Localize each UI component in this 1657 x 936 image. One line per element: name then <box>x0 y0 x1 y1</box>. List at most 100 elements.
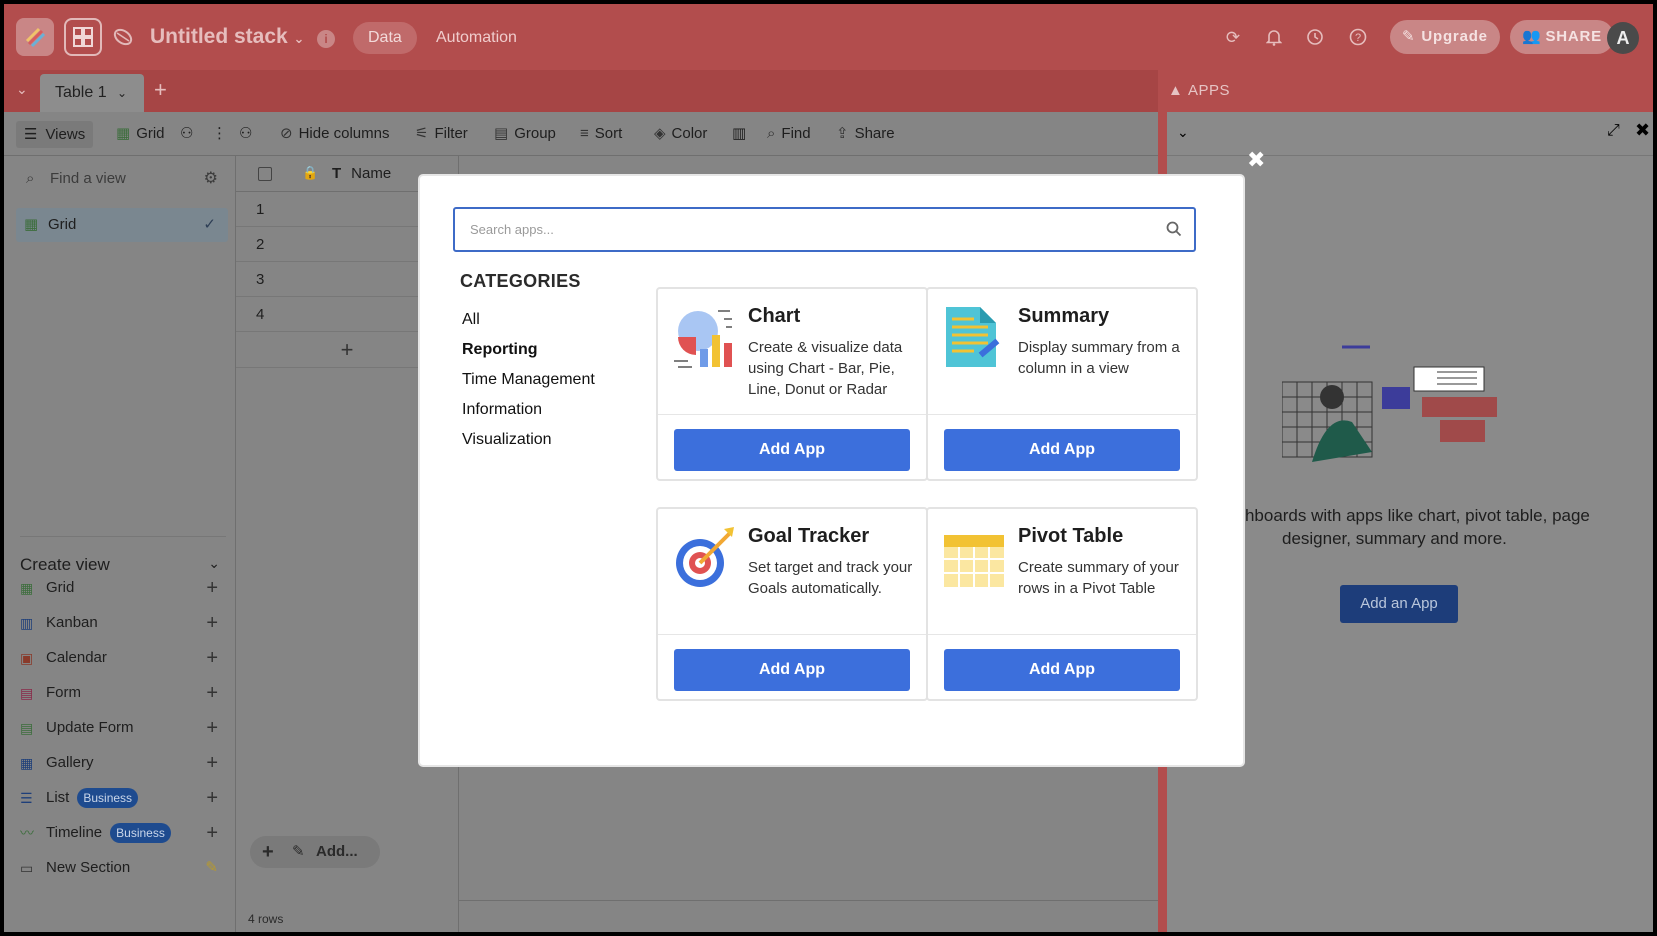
paint-bucket-icon: ◈ <box>654 125 666 142</box>
tab-data[interactable]: Data <box>353 22 417 54</box>
pencil-icon[interactable]: ✎ <box>205 856 218 880</box>
sidebar-item-grid-active[interactable]: ▦ Grid ✓ <box>16 208 228 242</box>
collaborators-icon[interactable]: ⚇ <box>180 112 193 156</box>
share-button[interactable]: 👥 SHARE <box>1510 20 1614 54</box>
category-reporting[interactable]: Reporting <box>462 341 538 359</box>
tables-bar: ⌄ Table 1 ⌄ + <box>4 70 1158 112</box>
sidebar-create-item[interactable]: ☰ List Business + <box>20 786 226 810</box>
sidebar-create-item[interactable]: ▤ Form + <box>20 681 226 705</box>
add-view-icon[interactable]: + <box>206 576 218 600</box>
sync-icon[interactable]: ⟳ <box>1223 28 1243 48</box>
add-view-icon[interactable]: + <box>206 716 218 740</box>
color-button[interactable]: ◈ Color <box>654 112 707 156</box>
logo-icon[interactable] <box>16 18 54 56</box>
category-all[interactable]: All <box>462 311 480 329</box>
grid-icon: ▦ <box>24 216 39 233</box>
sidebar-item-label: Timeline <box>46 824 103 841</box>
group-button[interactable]: ▤ Group <box>494 112 556 156</box>
gear-icon[interactable]: ⚙ <box>204 164 218 194</box>
add-table-icon[interactable]: + <box>154 77 167 103</box>
top-header: Untitled stack ⌄ i Data Automation ⟳ ? ✎… <box>4 4 1653 70</box>
add-app-button-summary[interactable]: Add App <box>944 429 1180 471</box>
filter-icon: ⚟ <box>415 125 429 142</box>
list-icon: ☰ <box>20 790 33 806</box>
add-app-button-goal-tracker[interactable]: Add App <box>674 649 910 691</box>
category-information[interactable]: Information <box>462 401 542 419</box>
app-frame: Untitled stack ⌄ i Data Automation ⟳ ? ✎… <box>4 4 1653 932</box>
group-icon: ▤ <box>494 125 509 142</box>
sidebar-create-item[interactable]: ▥ Kanban + <box>20 611 226 635</box>
users-icon[interactable]: ⚇ <box>239 112 252 156</box>
find-button[interactable]: ⌕ Find <box>767 112 811 156</box>
sidebar-create-item[interactable]: ▤ Update Form + <box>20 716 226 740</box>
expand-icon[interactable]: ⤢ <box>1607 122 1620 140</box>
info-icon[interactable]: i <box>317 30 335 48</box>
chevron-down-icon[interactable]: ⌄ <box>1177 124 1189 141</box>
eye-off-icon: ⊘ <box>280 125 293 142</box>
dashboard-illustration <box>1282 345 1497 462</box>
stack-title[interactable]: Untitled stack ⌄ <box>150 25 304 49</box>
app-card-chart: Chart Create & visualize data using Char… <box>656 287 928 481</box>
grid-view-button[interactable]: ▦ Grid <box>116 112 165 156</box>
category-time-management[interactable]: Time Management <box>462 371 595 389</box>
sort-button[interactable]: ≡ Sort <box>580 112 622 156</box>
add-an-app-button[interactable]: Add an App <box>1340 585 1458 623</box>
category-visualization[interactable]: Visualization <box>462 431 552 449</box>
apps-grid-icon[interactable] <box>64 18 102 56</box>
app-picker-modal: CATEGORIES All Reporting Time Management… <box>418 174 1245 767</box>
more-icon[interactable]: ⋮ <box>212 112 227 156</box>
view-toolbar: ☰ Views ▦ Grid ⚇ ⋮ ⚇ ⊘ Hide columns ⚟ Filter… <box>4 112 1158 156</box>
add-app-button-pivot-table[interactable]: Add App <box>944 649 1180 691</box>
upgrade-button[interactable]: ✎ Upgrade <box>1390 20 1500 54</box>
grid-icon: ▦ <box>20 580 34 596</box>
views-button[interactable]: ☰ Views <box>16 121 94 148</box>
add-view-icon[interactable]: + <box>206 681 218 705</box>
sidebar-item-label: Kanban <box>46 614 98 631</box>
close-icon[interactable]: ✖ <box>1635 120 1650 141</box>
footer-divider <box>458 900 1158 901</box>
chevron-down-icon[interactable]: ⌄ <box>16 81 28 98</box>
avatar[interactable]: A <box>1607 22 1639 54</box>
add-view-icon[interactable]: + <box>206 611 218 635</box>
share-view-button[interactable]: ⇪ Share <box>836 112 895 156</box>
sidebar-create-item[interactable]: ▭ New Section ✎ <box>20 856 226 880</box>
pencil-icon: ✎ <box>1402 28 1416 45</box>
help-icon[interactable]: ? <box>1348 28 1368 48</box>
history-icon[interactable] <box>1305 28 1325 48</box>
select-all-checkbox[interactable] <box>258 167 272 181</box>
close-modal-icon[interactable]: ✖ <box>1247 147 1265 173</box>
sidebar-create-item[interactable]: ▦ Grid + <box>20 576 226 600</box>
sidebar-item-label: Update Form <box>46 719 134 736</box>
add-view-icon[interactable]: + <box>206 751 218 775</box>
bell-icon[interactable] <box>1264 28 1284 48</box>
chevron-down-icon: ⌄ <box>208 555 220 571</box>
add-view-icon[interactable]: + <box>206 786 218 810</box>
apps-icon: ▲ <box>1168 82 1184 99</box>
tab-table-1[interactable]: Table 1 ⌄ <box>40 74 144 112</box>
add-view-icon[interactable]: + <box>206 646 218 670</box>
categories-title: CATEGORIES <box>460 271 581 291</box>
sidebar-create-item[interactable]: ▣ Calendar + <box>20 646 226 670</box>
create-view-header[interactable]: Create view ⌄ <box>20 536 226 575</box>
row-height-icon[interactable]: ▥ <box>732 112 746 156</box>
add-app-button-chart[interactable]: Add App <box>674 429 910 471</box>
sidebar-create-item[interactable]: 〰 Timeline Business + <box>20 821 226 845</box>
sidebar-item-label: Calendar <box>46 649 107 666</box>
tab-automation[interactable]: Automation <box>436 22 517 54</box>
app-title: Summary <box>1018 305 1110 327</box>
sidebar-create-item[interactable]: ▦ Gallery + <box>20 751 226 775</box>
find-view-input[interactable]: ⌕ Find a view ⚙ <box>14 164 224 194</box>
app-card-body: Goal Tracker Set target and track your G… <box>658 509 926 635</box>
add-view-icon[interactable]: + <box>206 821 218 845</box>
svg-text:?: ? <box>1355 32 1361 44</box>
sidebar-item-label: List <box>46 789 70 806</box>
sidebar-item-label: New Section <box>46 859 131 876</box>
column-header-name[interactable]: T Name <box>332 156 391 192</box>
add-record-button[interactable]: + ✎ Add... <box>250 836 380 868</box>
search-apps-field[interactable] <box>453 207 1196 252</box>
search-apps-input[interactable] <box>455 209 1145 250</box>
app-card-summary: Summary Display summary from a column in… <box>926 287 1198 481</box>
hide-columns-button[interactable]: ⊘ Hide columns <box>280 112 389 156</box>
filter-button[interactable]: ⚟ Filter <box>415 112 468 156</box>
app-card-goal-tracker: Goal Tracker Set target and track your G… <box>656 507 928 701</box>
